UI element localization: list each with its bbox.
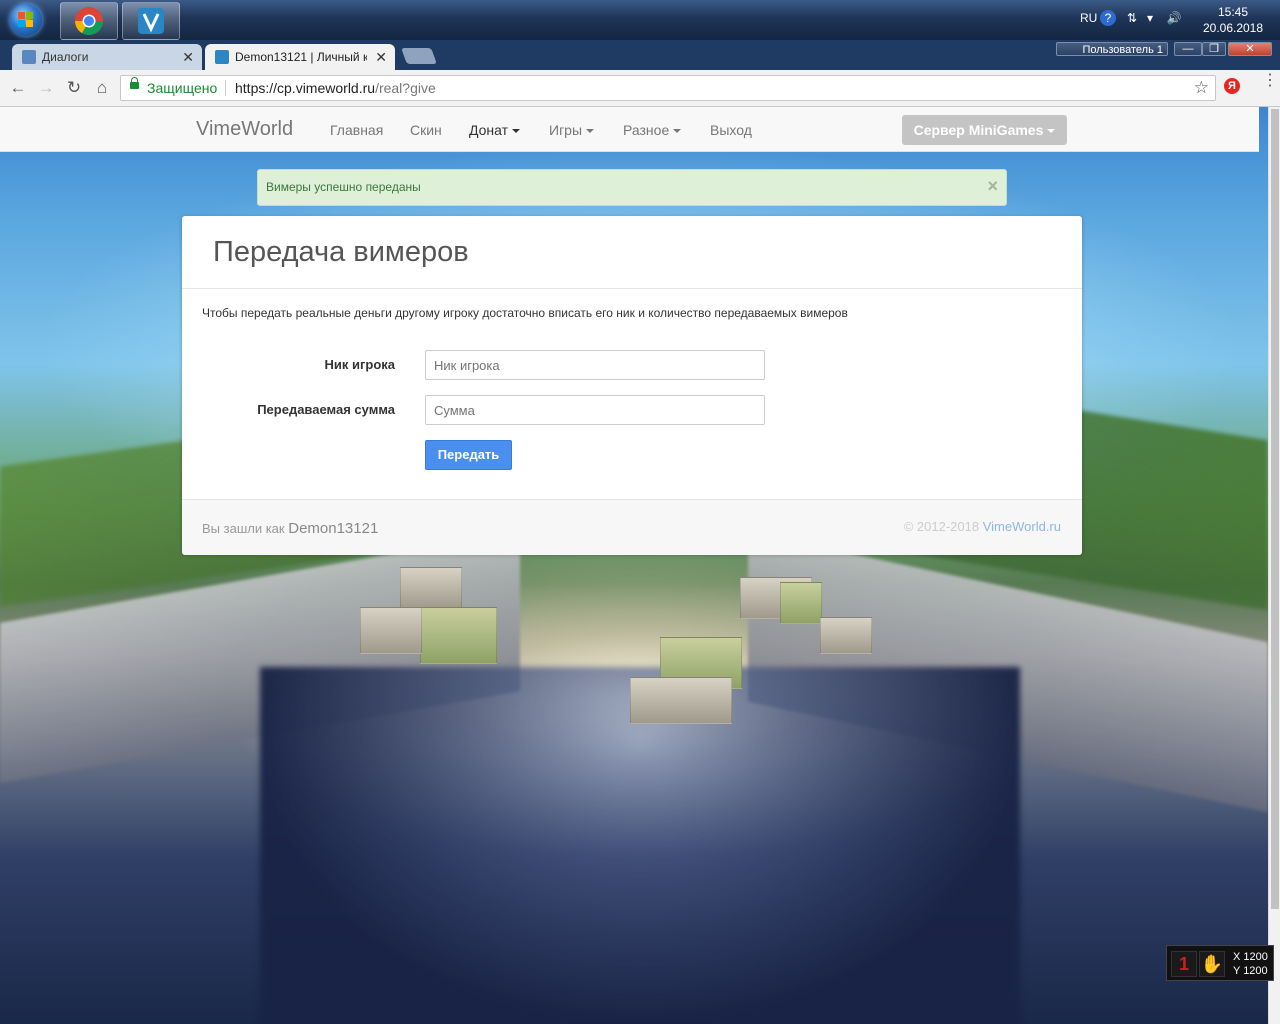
- volume-icon[interactable]: 🔊: [1166, 10, 1182, 26]
- nav-games[interactable]: Игры: [549, 122, 595, 138]
- minimize-button[interactable]: —: [1174, 42, 1202, 56]
- caret-down-icon: [673, 129, 682, 134]
- maximize-button[interactable]: ❐: [1202, 42, 1226, 56]
- new-tab-button[interactable]: [401, 48, 437, 64]
- windows-taskbar: RU ? ⇅ ▾ 🔊 15:45 20.06.2018: [0, 0, 1280, 41]
- secure-label: Защищено: [147, 80, 218, 96]
- chrome-icon: [75, 7, 103, 35]
- home-icon[interactable]: ⌂: [92, 78, 112, 98]
- transfer-submit-button[interactable]: Передать: [425, 440, 512, 470]
- close-tab-icon[interactable]: ✕: [182, 44, 194, 70]
- bloody-one-icon: 1: [1171, 951, 1197, 977]
- browser-menu-icon[interactable]: ⋮: [1262, 73, 1278, 96]
- forward-arrow-icon[interactable]: →: [36, 78, 56, 98]
- browser-toolbar: ← → ↻ ⌂ Защищено https://cp.vimeworld.ru…: [0, 70, 1280, 107]
- vk-dialogs-icon: [22, 50, 36, 64]
- url-text[interactable]: https://cp.vimeworld.ru/real?give: [235, 80, 436, 96]
- background-block: [630, 677, 732, 724]
- page-title: Передача вимеров: [213, 236, 469, 268]
- background-block: [420, 607, 497, 664]
- nav-games-label: Игры: [549, 122, 583, 138]
- panel-footer: Вы зашли как Demon13121 © 2012-2018 Vime…: [182, 499, 1082, 555]
- nick-label: Ник игрока: [324, 357, 395, 372]
- profile-button[interactable]: Пользователь 1: [1056, 42, 1168, 56]
- site-brand[interactable]: VimeWorld: [196, 118, 293, 141]
- clock[interactable]: 15:45 20.06.2018: [1198, 4, 1268, 36]
- bookmark-star-icon[interactable]: ☆: [1194, 78, 1209, 98]
- nav-donate[interactable]: Донат: [469, 122, 521, 138]
- yandex-extension-icon[interactable]: Я: [1224, 78, 1240, 94]
- windows-flag-icon: [18, 12, 34, 28]
- tab-label: Demon13121 | Личный к: [235, 50, 367, 64]
- nav-donate-label: Донат: [469, 122, 509, 138]
- help-icon[interactable]: ?: [1100, 10, 1116, 26]
- amount-label: Передаваемая сумма: [257, 402, 395, 417]
- tab-vimeworld[interactable]: Demon13121 | Личный к ✕: [205, 44, 395, 70]
- nav-home[interactable]: Главная: [330, 122, 383, 138]
- panel-description: Чтобы передать реальные деньги другому и…: [202, 306, 848, 320]
- reload-icon[interactable]: ↻: [64, 78, 84, 98]
- caret-down-icon: [586, 129, 595, 134]
- scrollbar-thumb[interactable]: [1271, 109, 1279, 909]
- background-block: [400, 567, 462, 609]
- panel-divider: [182, 288, 1082, 289]
- overlay-coords: X 1200 Y 1200: [1233, 950, 1268, 978]
- tab-dialogs[interactable]: Диалоги ✕: [12, 44, 202, 70]
- site-navbar: VimeWorld Главная Скин Донат Игры Разное…: [0, 107, 1259, 152]
- username: Demon13121: [288, 520, 379, 537]
- vimeworld-link[interactable]: VimeWorld.ru: [983, 519, 1061, 534]
- network-icon[interactable]: ⇅: [1124, 10, 1140, 26]
- lock-icon: [130, 77, 139, 89]
- server-button-label: Сервер MiniGames: [913, 122, 1044, 138]
- clock-date: 20.06.2018: [1202, 21, 1264, 35]
- background-block: [780, 582, 822, 624]
- caret-down-icon: [512, 129, 521, 134]
- alert-close-icon[interactable]: ×: [987, 176, 998, 197]
- url-path: /real?give: [375, 80, 436, 96]
- nav-misc[interactable]: Разное: [623, 122, 682, 138]
- back-arrow-icon[interactable]: ←: [8, 78, 28, 98]
- taskbar-chrome-button[interactable]: [60, 2, 118, 40]
- logged-in-as: Вы зашли как Demon13121: [202, 520, 378, 537]
- nav-misc-label: Разное: [623, 122, 670, 138]
- overlay-x: X 1200: [1233, 951, 1268, 963]
- close-window-button[interactable]: ✕: [1228, 42, 1272, 56]
- mouse-overlay-widget: 1 ✋ X 1200 Y 1200: [1166, 945, 1274, 981]
- alert-message: Вимеры успешно переданы: [266, 180, 421, 194]
- server-select-button[interactable]: Сервер MiniGames: [902, 115, 1067, 145]
- tab-label: Диалоги: [42, 50, 89, 64]
- vimeworld-favicon-icon: [215, 50, 229, 64]
- overlay-y: Y 1200: [1233, 965, 1268, 977]
- close-tab-icon[interactable]: ✕: [375, 44, 387, 70]
- language-indicator[interactable]: RU: [1080, 11, 1097, 25]
- bloody-hand-icon: ✋: [1199, 951, 1225, 977]
- logged-in-prefix: Вы зашли как: [202, 521, 285, 536]
- url-separator: [225, 80, 226, 96]
- start-button[interactable]: [4, 2, 48, 38]
- background-block: [820, 617, 872, 654]
- nav-skin[interactable]: Скин: [410, 122, 442, 138]
- taskbar-vimeworld-button[interactable]: [122, 2, 180, 40]
- page-scrollbar[interactable]: [1268, 107, 1280, 1024]
- nick-input[interactable]: [425, 350, 765, 380]
- copyright: © 2012-2018 VimeWorld.ru: [904, 519, 1061, 534]
- caret-down-icon: [1047, 129, 1056, 134]
- transfer-panel: Передача вимеров Чтобы передать реальные…: [182, 216, 1082, 555]
- clock-time: 15:45: [1217, 5, 1249, 19]
- background-block: [360, 607, 422, 654]
- url-host: https://cp.vimeworld.ru: [235, 80, 376, 96]
- vimeworld-logo-icon: [138, 8, 164, 34]
- nav-logout[interactable]: Выход: [710, 122, 752, 138]
- address-bar[interactable]: Защищено https://cp.vimeworld.ru/real?gi…: [120, 75, 1216, 101]
- tray-expand-icon[interactable]: ▾: [1142, 10, 1158, 26]
- copyright-text: © 2012-2018: [903, 519, 980, 534]
- amount-input[interactable]: [425, 395, 765, 425]
- success-alert: Вимеры успешно переданы ×: [257, 169, 1007, 206]
